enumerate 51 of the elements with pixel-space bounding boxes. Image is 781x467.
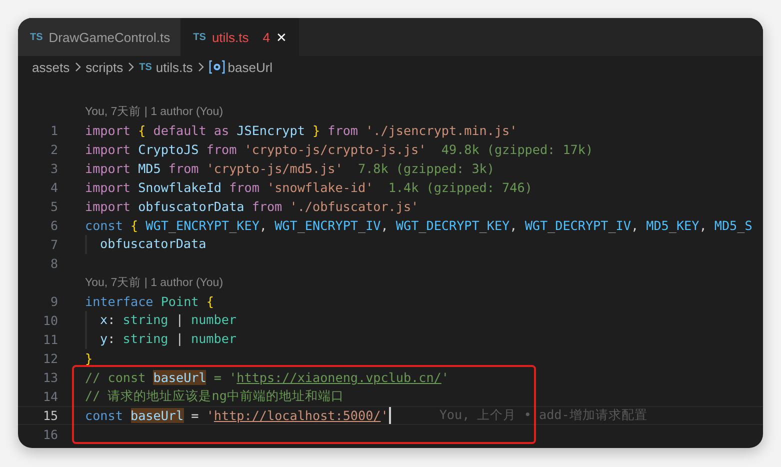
- breadcrumb-item[interactable]: scripts: [86, 60, 124, 74]
- text-cursor: [389, 407, 392, 424]
- code-line: import { default as JSEncrypt } from './jsencrypt.min.js': [85, 123, 518, 138]
- tab-label: DrawGameControl.ts: [48, 30, 170, 44]
- line-number: 4: [49, 180, 58, 195]
- code-line: import MD5 from 'crypto-js/md5.js' 7.8k (gzipped: 3k): [85, 161, 494, 176]
- line-number: 11: [42, 332, 58, 347]
- breadcrumb-item[interactable]: utils.ts: [156, 60, 193, 74]
- line-number: 2: [49, 142, 58, 157]
- typescript-icon: TS: [139, 62, 152, 72]
- line-number: 3: [49, 161, 58, 176]
- editor-tab[interactable]: TS utils.ts 4 ✕: [181, 18, 300, 56]
- code-line: }: [85, 351, 93, 366]
- close-icon[interactable]: ✕: [276, 30, 288, 44]
- code-line: import obfuscatorData from './obfuscator.js': [85, 199, 419, 214]
- code-line: y: string | number: [85, 330, 237, 349]
- typescript-icon: TS: [193, 32, 206, 42]
- problem-count: 4: [262, 30, 270, 44]
- git-blame-text: You, 上个月 • add-增加请求配置: [439, 407, 648, 424]
- editor-tab[interactable]: TS DrawGameControl.ts: [18, 18, 182, 56]
- line-number: 9: [49, 294, 58, 309]
- code-line: interface Point {: [85, 294, 214, 309]
- chevron-icon: [74, 62, 82, 72]
- code-line: const { WGT_ENCRYPT_KEY, WGT_ENCRYPT_IV, WGT_DECRYPT_KEY, WGT_DECRYPT_IV, MD5_KEY, MD5_S: [85, 218, 752, 233]
- breadcrumb-item[interactable]: assets: [32, 60, 70, 74]
- code-line: // const baseUrl = 'https://xiaoneng.vpclub.cn/': [85, 370, 449, 385]
- line-number: 5: [49, 199, 58, 214]
- chevron-icon: [196, 62, 205, 72]
- codelens-text[interactable]: You, 7天前 | 1 author (You): [85, 275, 224, 290]
- code-line: const baseUrl = 'http://localhost:5000/': [85, 408, 388, 423]
- line-number: 10: [42, 313, 58, 328]
- code-line: // 请求的地址应该是ng中前端的地址和端口: [85, 388, 344, 405]
- line-number: 16: [42, 427, 58, 442]
- code-line: x: string | number: [85, 311, 237, 330]
- variable-icon: [208, 60, 225, 74]
- line-number: 7: [49, 237, 58, 252]
- line-number: 15: [42, 408, 58, 423]
- code-line: obfuscatorData: [85, 235, 206, 254]
- line-number: 8: [49, 256, 58, 271]
- line-number: 1: [49, 123, 58, 138]
- typescript-icon: TS: [30, 32, 43, 42]
- line-number: 6: [49, 218, 58, 233]
- codelens-text[interactable]: You, 7天前 | 1 author (You): [85, 104, 224, 119]
- line-number: 14: [42, 389, 58, 404]
- breadcrumb-item[interactable]: baseUrl: [228, 60, 273, 74]
- code-line: import CryptoJS from 'crypto-js/crypto-js.js' 49.8k (gzipped: 17k): [85, 142, 594, 157]
- line-number: 13: [42, 370, 58, 385]
- code-line: import SnowflakeId from 'snowflake-id' 1.4k (gzipped: 746): [85, 180, 532, 195]
- tab-label: utils.ts: [212, 30, 249, 44]
- chevron-icon: [127, 62, 136, 72]
- line-number: 12: [42, 351, 58, 366]
